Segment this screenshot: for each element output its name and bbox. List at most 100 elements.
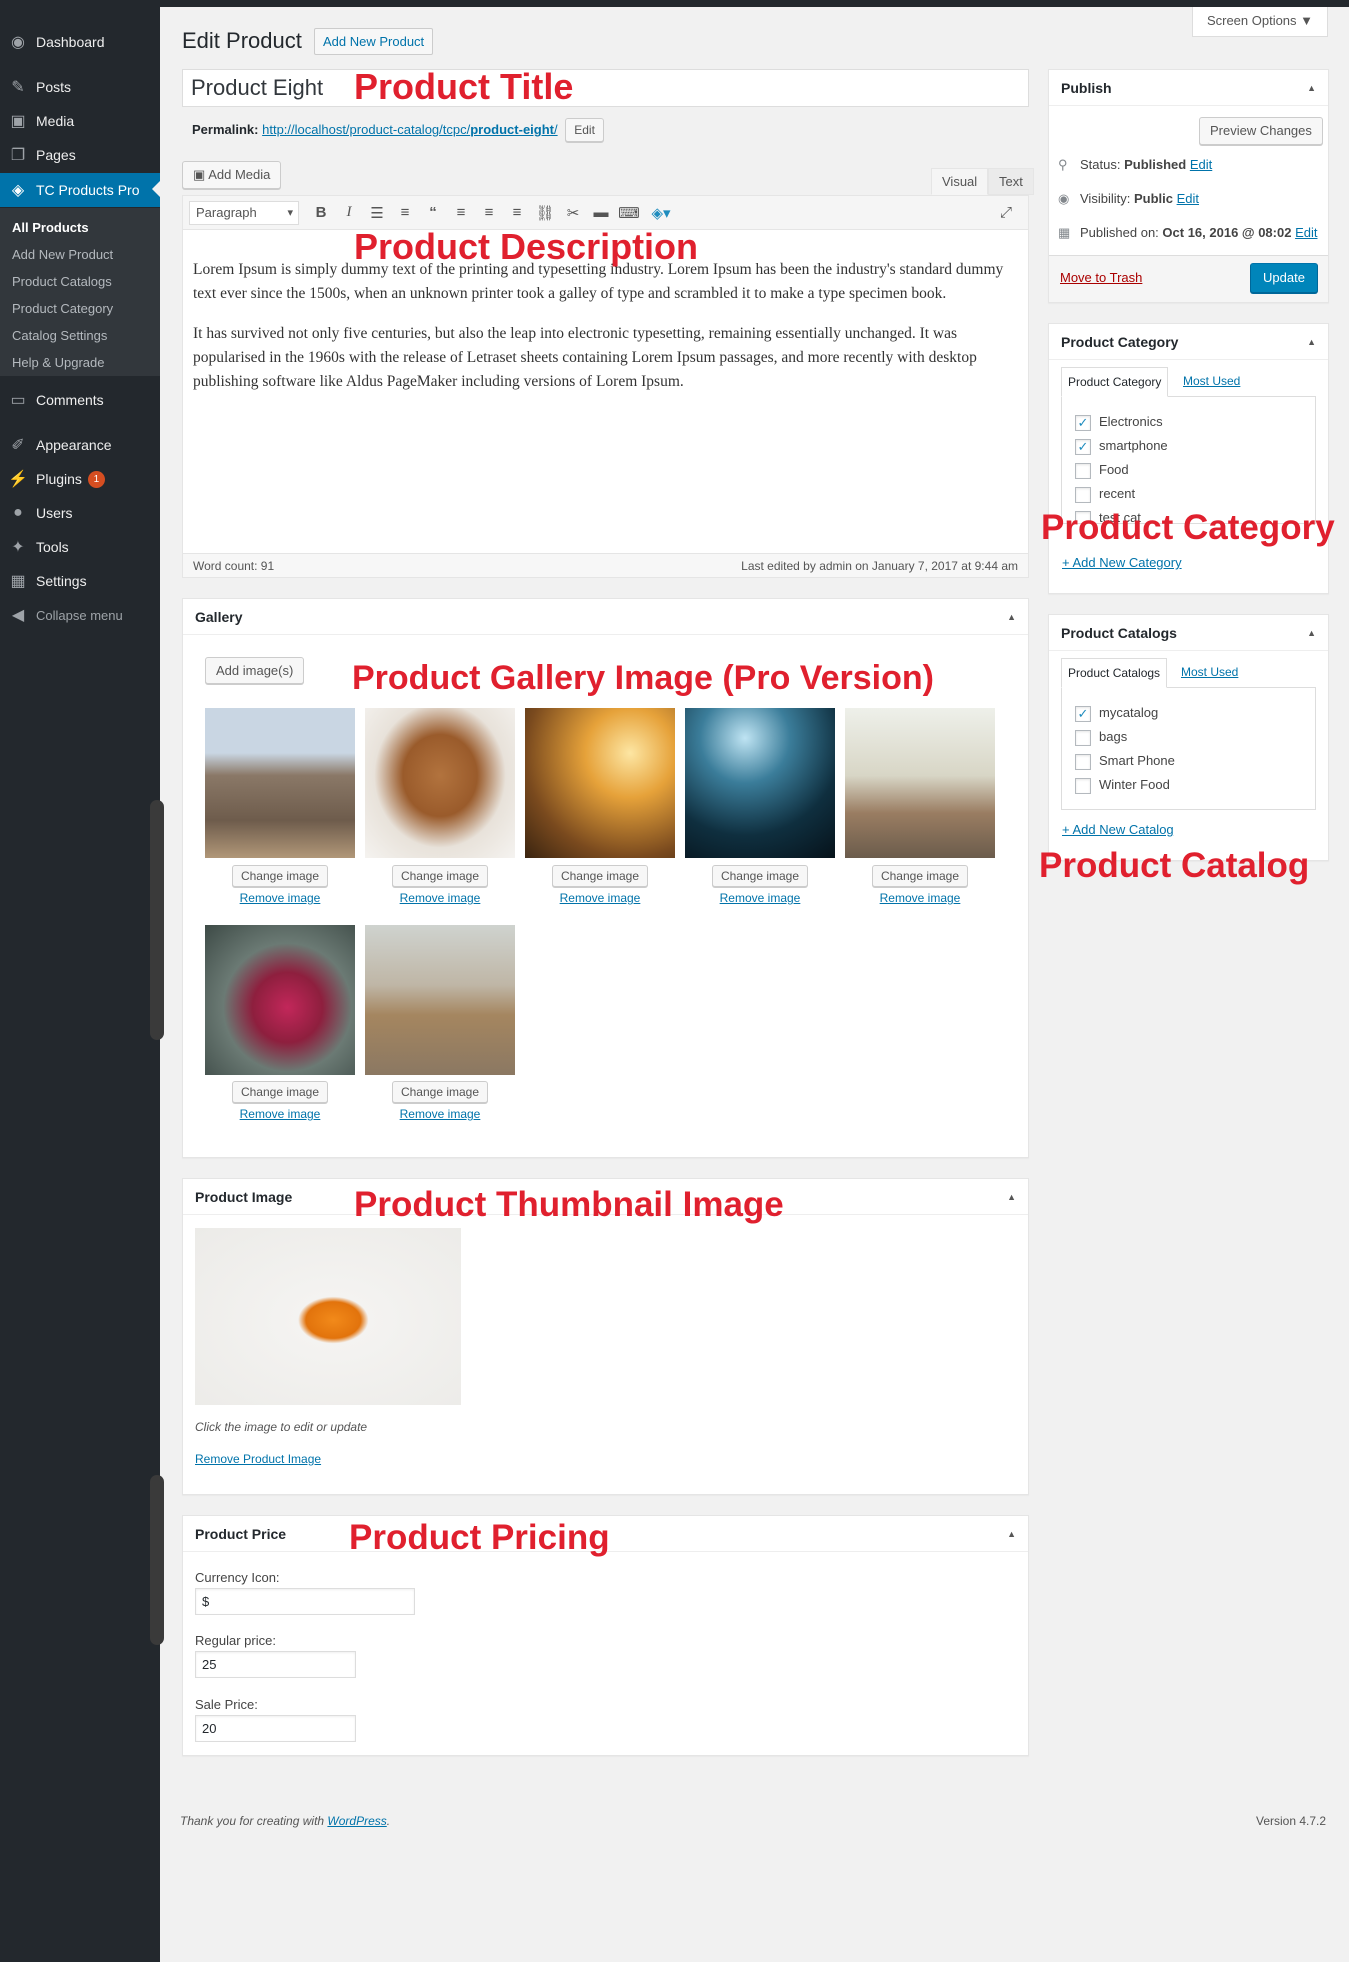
submenu-all-products[interactable]: All Products bbox=[12, 220, 89, 235]
catalog-item-winter-food[interactable]: Winter Food bbox=[1075, 777, 1170, 794]
remove-image-link[interactable]: Remove image bbox=[365, 1107, 515, 1121]
menu-settings[interactable]: ▦ Settings bbox=[0, 564, 160, 598]
unlink-icon[interactable]: ✂ bbox=[559, 204, 587, 222]
menu-tools[interactable]: ✦ Tools bbox=[0, 530, 160, 564]
checkbox[interactable]: ✓ bbox=[1075, 414, 1091, 431]
date-edit-link[interactable]: Edit bbox=[1295, 225, 1317, 240]
add-images-button[interactable]: Add image(s) bbox=[205, 657, 305, 684]
regular-price-input[interactable]: 25 bbox=[195, 1651, 356, 1678]
menu-plugins[interactable]: ⚡ Plugins 1 bbox=[0, 462, 160, 496]
gallery-image-apple[interactable] bbox=[205, 925, 355, 1075]
category-item-food[interactable]: Food bbox=[1075, 462, 1129, 479]
toggle-arrow-icon[interactable]: ▲ bbox=[1307, 628, 1316, 638]
product-title-input[interactable]: Product Eight bbox=[182, 69, 1029, 107]
status-edit-link[interactable]: Edit bbox=[1190, 157, 1212, 172]
menu-collapse[interactable]: ◀ Collapse menu bbox=[0, 598, 160, 632]
currency-input[interactable]: $ bbox=[195, 1588, 415, 1615]
remove-image-link[interactable]: Remove image bbox=[525, 891, 675, 905]
checkbox[interactable] bbox=[1075, 486, 1091, 503]
menu-users[interactable]: ● Users bbox=[0, 496, 160, 530]
gallery-header[interactable]: Gallery ▲ bbox=[183, 599, 1028, 635]
category-item-electronics[interactable]: ✓ Electronics bbox=[1075, 414, 1163, 431]
submenu-product-catalogs[interactable]: Product Catalogs bbox=[12, 274, 112, 289]
product-thumbnail-image[interactable] bbox=[195, 1228, 461, 1405]
toggle-arrow-icon[interactable]: ▲ bbox=[1307, 83, 1316, 93]
change-image-button[interactable]: Change image bbox=[711, 865, 809, 887]
tab-most-used-category[interactable]: Most Used bbox=[1177, 367, 1246, 397]
gallery-image-pecans[interactable] bbox=[365, 708, 515, 858]
toggle-arrow-icon[interactable]: ▲ bbox=[1007, 1529, 1016, 1539]
align-center-icon[interactable]: ≡ bbox=[475, 204, 503, 221]
align-left-icon[interactable]: ≡ bbox=[447, 204, 475, 221]
catalog-item-bags[interactable]: bags bbox=[1075, 729, 1127, 746]
screen-options-toggle[interactable]: Screen Options ▼ bbox=[1192, 7, 1328, 37]
keyboard-icon[interactable]: ⌨ bbox=[615, 204, 643, 222]
add-new-catalog-link[interactable]: + Add New Catalog bbox=[1062, 822, 1174, 837]
change-image-button[interactable]: Change image bbox=[551, 865, 649, 887]
add-media-button[interactable]: ▣ Add Media bbox=[182, 161, 282, 189]
checkbox[interactable]: ✓ bbox=[1075, 438, 1091, 455]
category-item-recent[interactable]: recent bbox=[1075, 486, 1135, 503]
menu-tc-products-pro[interactable]: ◈ TC Products Pro bbox=[0, 173, 160, 207]
wordpress-link[interactable]: WordPress bbox=[327, 1814, 386, 1828]
remove-product-image-link[interactable]: Remove Product Image bbox=[195, 1452, 321, 1466]
editor-content[interactable]: Lorem Ipsum is simply dummy text of the … bbox=[193, 258, 1013, 410]
permalink-edit-button[interactable]: Edit bbox=[565, 118, 604, 142]
dropbox-icon[interactable]: ◈▾ bbox=[643, 204, 679, 222]
italic-icon[interactable]: I bbox=[335, 204, 363, 221]
blockquote-icon[interactable]: “ bbox=[419, 204, 447, 221]
preview-changes-button[interactable]: Preview Changes bbox=[1199, 117, 1323, 145]
checkbox[interactable] bbox=[1075, 462, 1091, 479]
gallery-image-sunset-woman[interactable] bbox=[525, 708, 675, 858]
gallery-image-guitar-girl[interactable] bbox=[365, 925, 515, 1075]
menu-comments[interactable]: ▭ Comments bbox=[0, 383, 160, 417]
change-image-button[interactable]: Change image bbox=[871, 865, 969, 887]
catalog-item-smart-phone[interactable]: Smart Phone bbox=[1075, 753, 1175, 770]
tab-text[interactable]: Text bbox=[988, 168, 1034, 195]
bullet-list-icon[interactable]: ☰ bbox=[363, 204, 391, 222]
submenu-add-new-product[interactable]: Add New Product bbox=[12, 247, 113, 262]
catalog-item-mycatalog[interactable]: ✓ mycatalog bbox=[1075, 705, 1158, 722]
link-icon[interactable]: ⛓ bbox=[531, 204, 559, 222]
remove-image-link[interactable]: Remove image bbox=[205, 1107, 355, 1121]
toggle-arrow-icon[interactable]: ▲ bbox=[1307, 337, 1316, 347]
toggle-arrow-icon[interactable]: ▲ bbox=[1007, 1192, 1016, 1202]
permalink-link[interactable]: http://localhost/product-catalog/tcpc/pr… bbox=[262, 122, 558, 137]
product-catalogs-header[interactable]: Product Catalogs ▲ bbox=[1049, 615, 1328, 651]
format-select[interactable]: Paragraph bbox=[189, 200, 299, 225]
bold-icon[interactable]: B bbox=[307, 204, 335, 221]
gallery-image-elephants[interactable] bbox=[205, 708, 355, 858]
tab-most-used-catalogs[interactable]: Most Used bbox=[1175, 658, 1244, 688]
checkbox[interactable] bbox=[1075, 777, 1091, 794]
read-more-icon[interactable]: ▬ bbox=[587, 204, 615, 221]
change-image-button[interactable]: Change image bbox=[391, 1081, 489, 1103]
checkbox[interactable] bbox=[1075, 753, 1091, 770]
publish-header[interactable]: Publish ▲ bbox=[1049, 70, 1328, 106]
remove-image-link[interactable]: Remove image bbox=[845, 891, 995, 905]
submenu-catalog-settings[interactable]: Catalog Settings bbox=[12, 328, 107, 343]
product-category-header[interactable]: Product Category ▲ bbox=[1049, 324, 1328, 360]
remove-image-link[interactable]: Remove image bbox=[365, 891, 515, 905]
change-image-button[interactable]: Change image bbox=[231, 1081, 329, 1103]
sale-price-input[interactable]: 20 bbox=[195, 1715, 356, 1742]
checkbox[interactable]: ✓ bbox=[1075, 705, 1091, 722]
tab-product-catalogs[interactable]: Product Catalogs bbox=[1061, 658, 1168, 688]
tab-product-category[interactable]: Product Category bbox=[1061, 367, 1169, 397]
category-item-smartphone[interactable]: ✓ smartphone bbox=[1075, 438, 1168, 455]
change-image-button[interactable]: Change image bbox=[391, 865, 489, 887]
update-button[interactable]: Update bbox=[1250, 263, 1318, 293]
checkbox[interactable] bbox=[1075, 729, 1091, 746]
submenu-product-category[interactable]: Product Category bbox=[12, 301, 113, 316]
toggle-arrow-icon[interactable]: ▲ bbox=[1007, 612, 1016, 622]
menu-media[interactable]: ▣ Media bbox=[0, 104, 160, 138]
move-to-trash-link[interactable]: Move to Trash bbox=[1060, 270, 1142, 285]
menu-dashboard[interactable]: ◉ Dashboard bbox=[0, 25, 160, 59]
tab-visual[interactable]: Visual bbox=[931, 168, 989, 195]
add-new-product-button[interactable]: Add New Product bbox=[314, 28, 434, 55]
numbered-list-icon[interactable]: ≡ bbox=[391, 204, 419, 221]
menu-appearance[interactable]: ✐ Appearance bbox=[0, 428, 160, 462]
menu-pages[interactable]: ❐ Pages bbox=[0, 138, 160, 172]
align-right-icon[interactable]: ≡ bbox=[503, 204, 531, 221]
remove-image-link[interactable]: Remove image bbox=[205, 891, 355, 905]
fullscreen-icon[interactable]: ⤢ bbox=[992, 204, 1020, 221]
